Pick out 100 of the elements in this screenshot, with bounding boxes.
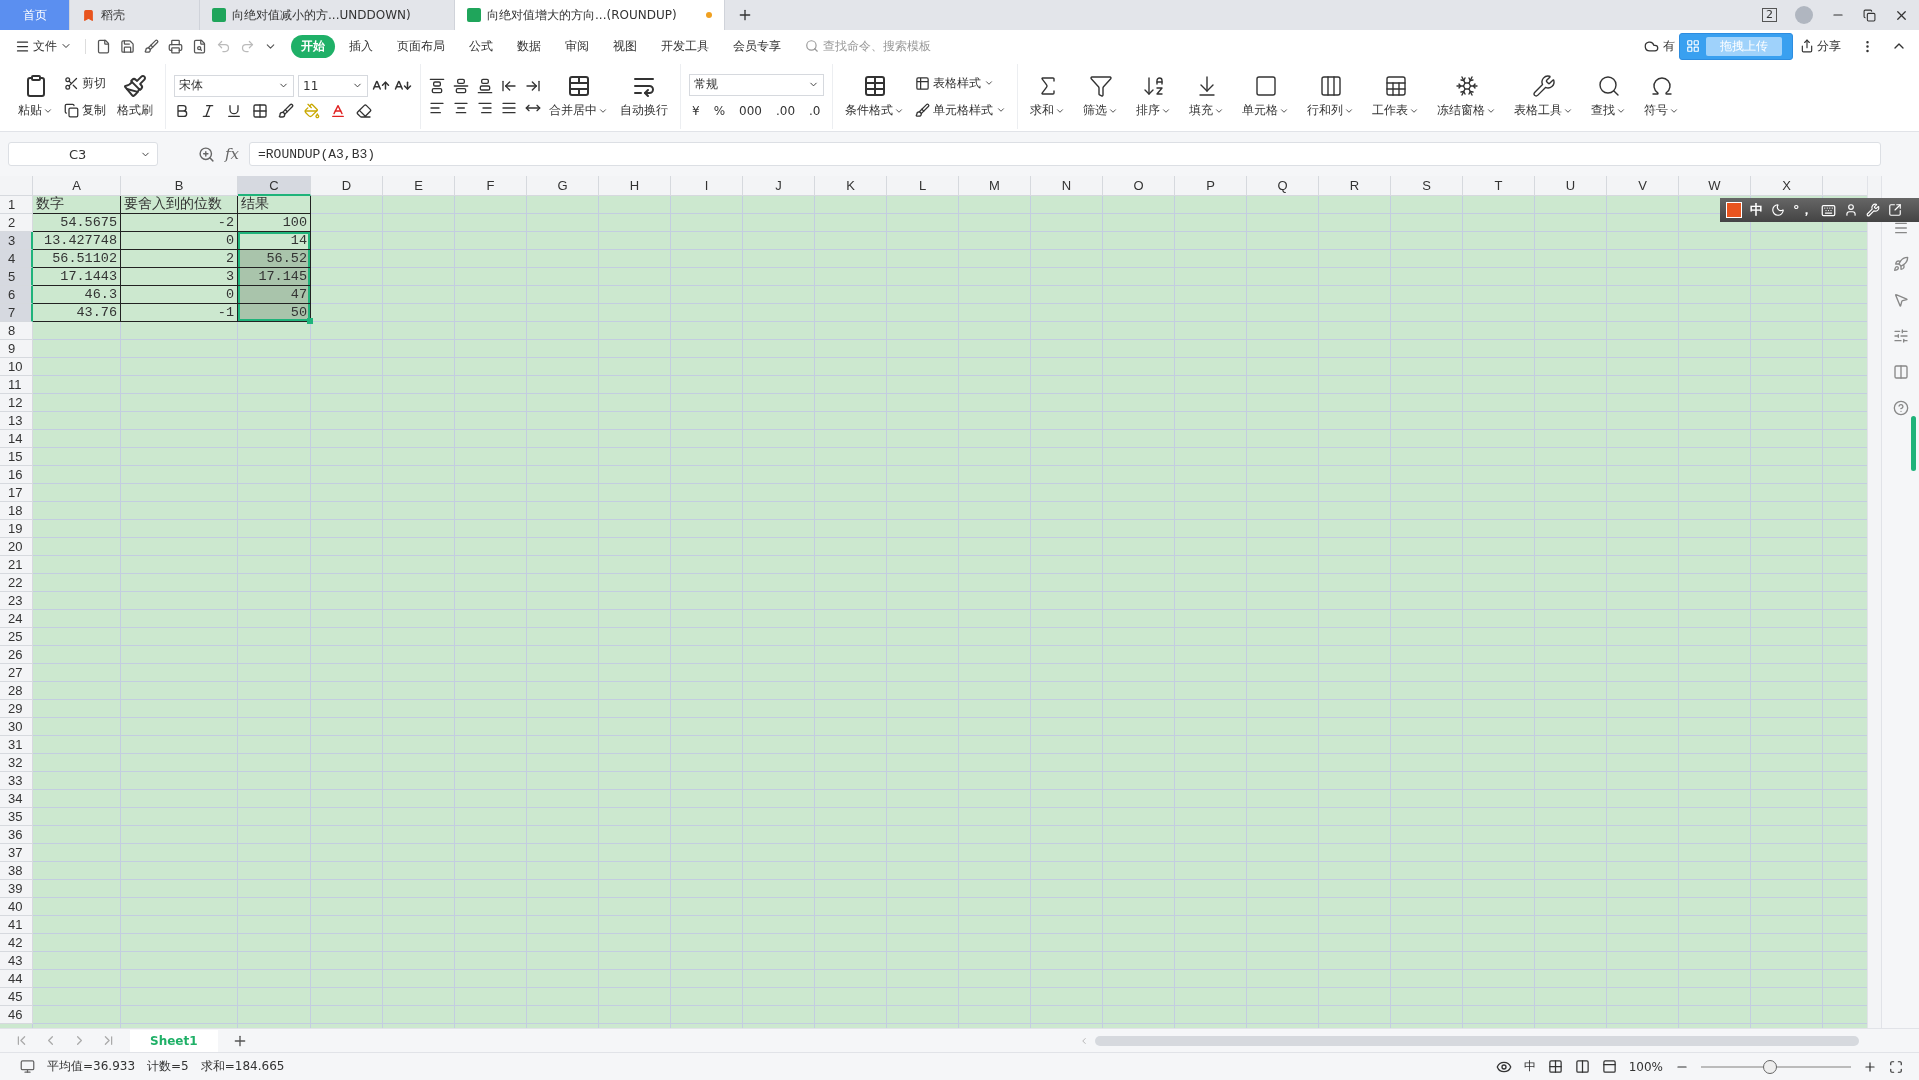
row-header[interactable]: 26 <box>0 646 33 664</box>
table-cell[interactable]: -1 <box>121 304 238 322</box>
align-top-icon[interactable] <box>429 77 445 94</box>
row-header[interactable]: 43 <box>0 952 33 970</box>
normal-view-icon[interactable] <box>1547 1059 1563 1074</box>
slider-thumb[interactable] <box>1763 1059 1777 1074</box>
table-cell[interactable]: 结果 <box>238 196 311 214</box>
table-cell[interactable]: 17.1443 <box>33 268 121 286</box>
ime-mode[interactable]: 中 <box>1750 201 1763 219</box>
ribbon-tab[interactable]: 会员专享 <box>723 34 791 58</box>
table-cell[interactable]: 3 <box>121 268 238 286</box>
cut-button[interactable]: 剪切 <box>61 72 109 94</box>
ribbon-button[interactable]: 冻结窗格 <box>1433 72 1500 121</box>
page-break-icon[interactable] <box>1601 1059 1617 1074</box>
ribbon-button[interactable]: 行和列 <box>1303 72 1358 121</box>
ribbon-button[interactable]: 单元格 <box>1238 72 1293 121</box>
print-preview-icon[interactable] <box>192 38 207 54</box>
row-header[interactable]: 12 <box>0 394 33 412</box>
row-header[interactable]: 32 <box>0 754 33 772</box>
row-header[interactable]: 9 <box>0 340 33 358</box>
restore-icon[interactable] <box>1863 8 1876 22</box>
row-header[interactable]: 11 <box>0 376 33 394</box>
keyboard-icon[interactable] <box>1820 202 1836 218</box>
row-header[interactable]: 28 <box>0 682 33 700</box>
share-button[interactable]: 分享 <box>1797 35 1844 57</box>
bold-icon[interactable] <box>174 102 190 119</box>
table-cell[interactable]: 50 <box>238 304 311 322</box>
table-cell[interactable]: 56.51102 <box>33 250 121 268</box>
row-header[interactable]: 19 <box>0 520 33 538</box>
row-header[interactable]: 7 <box>0 304 33 322</box>
copy-button[interactable]: 复制 <box>61 99 109 121</box>
column-header[interactable]: Q <box>1247 176 1319 196</box>
table-cell[interactable]: 要舍入到的位数 <box>121 196 238 214</box>
table-cell[interactable]: 13.427748 <box>33 232 121 250</box>
column-header[interactable]: N <box>1031 176 1103 196</box>
table-cell[interactable]: 0 <box>121 286 238 304</box>
row-header[interactable]: 42 <box>0 934 33 952</box>
row-header[interactable]: 6 <box>0 286 33 304</box>
column-header[interactable]: I <box>671 176 743 196</box>
column-header[interactable]: X <box>1751 176 1823 196</box>
italic-icon[interactable] <box>200 102 216 119</box>
table-cell[interactable]: 56.52 <box>238 250 311 268</box>
row-header[interactable]: 24 <box>0 610 33 628</box>
decrease-decimal-button[interactable]: .0 <box>806 101 824 120</box>
table-cell[interactable]: 14 <box>238 232 311 250</box>
column-header[interactable]: M <box>959 176 1031 196</box>
table-style-button[interactable]: 表格样式 <box>912 72 1009 94</box>
ribbon-button[interactable]: 筛选 <box>1079 72 1122 121</box>
conditional-format-button[interactable]: 条件格式 <box>841 72 908 121</box>
row-header[interactable]: 14 <box>0 430 33 448</box>
row-header[interactable]: 23 <box>0 592 33 610</box>
brush-icon[interactable] <box>278 102 294 119</box>
row-header[interactable]: 27 <box>0 664 33 682</box>
column-header[interactable]: C <box>238 176 311 196</box>
ribbon-tab[interactable]: 公式 <box>459 34 503 58</box>
row-header[interactable]: 33 <box>0 772 33 790</box>
horizontal-scrollbar[interactable] <box>1079 1034 1859 1047</box>
table-cell[interactable]: 100 <box>238 214 311 232</box>
row-header[interactable]: 5 <box>0 268 33 286</box>
ribbon-button[interactable]: 求和 <box>1026 72 1069 121</box>
paste-button[interactable]: 粘贴 <box>14 72 57 121</box>
ribbon-button[interactable]: 表格工具 <box>1510 72 1577 121</box>
fx-label[interactable]: fx <box>225 145 239 163</box>
column-header[interactable]: A <box>33 176 121 196</box>
row-header[interactable]: 30 <box>0 718 33 736</box>
ribbon-button[interactable]: 符号 <box>1640 72 1683 121</box>
rocket-icon[interactable] <box>1892 256 1909 272</box>
file-menu[interactable]: 文件 <box>12 35 75 57</box>
table-cell[interactable]: 43.76 <box>33 304 121 322</box>
row-header[interactable]: 36 <box>0 826 33 844</box>
window-count-badge[interactable]: 2 <box>1762 8 1777 22</box>
cloud-icon[interactable] <box>1644 38 1659 54</box>
row-header[interactable]: 13 <box>0 412 33 430</box>
column-header[interactable]: H <box>599 176 671 196</box>
ribbon-tab[interactable]: 视图 <box>603 34 647 58</box>
row-header[interactable]: 46 <box>0 1006 33 1024</box>
punctuation-mode[interactable]: °， <box>1793 201 1813 219</box>
new-file-icon[interactable] <box>96 38 111 54</box>
row-header[interactable]: 25 <box>0 628 33 646</box>
percent-button[interactable]: % <box>710 101 729 120</box>
brush-icon[interactable] <box>144 38 159 54</box>
table-cell[interactable]: 0 <box>121 232 238 250</box>
ribbon-tab[interactable]: 审阅 <box>555 34 599 58</box>
row-header[interactable]: 29 <box>0 700 33 718</box>
fill-handle[interactable] <box>307 318 313 324</box>
menu-icon[interactable] <box>1892 220 1909 236</box>
eraser-icon[interactable] <box>356 102 372 119</box>
name-box[interactable]: C3 <box>8 142 158 166</box>
ribbon-button[interactable]: 查找 <box>1587 72 1630 121</box>
zoom-icon[interactable] <box>198 145 215 163</box>
row-header[interactable]: 40 <box>0 898 33 916</box>
row-header[interactable]: 22 <box>0 574 33 592</box>
column-header[interactable]: B <box>121 176 238 196</box>
zoom-level[interactable]: 100% <box>1628 1059 1663 1074</box>
zoom-in-icon[interactable] <box>1863 1059 1877 1074</box>
row-header[interactable]: 17 <box>0 484 33 502</box>
column-header[interactable]: D <box>311 176 383 196</box>
page-layout-icon[interactable] <box>1574 1059 1590 1074</box>
ribbon-button[interactable]: 填充 <box>1185 72 1228 121</box>
row-header[interactable]: 1 <box>0 196 33 214</box>
